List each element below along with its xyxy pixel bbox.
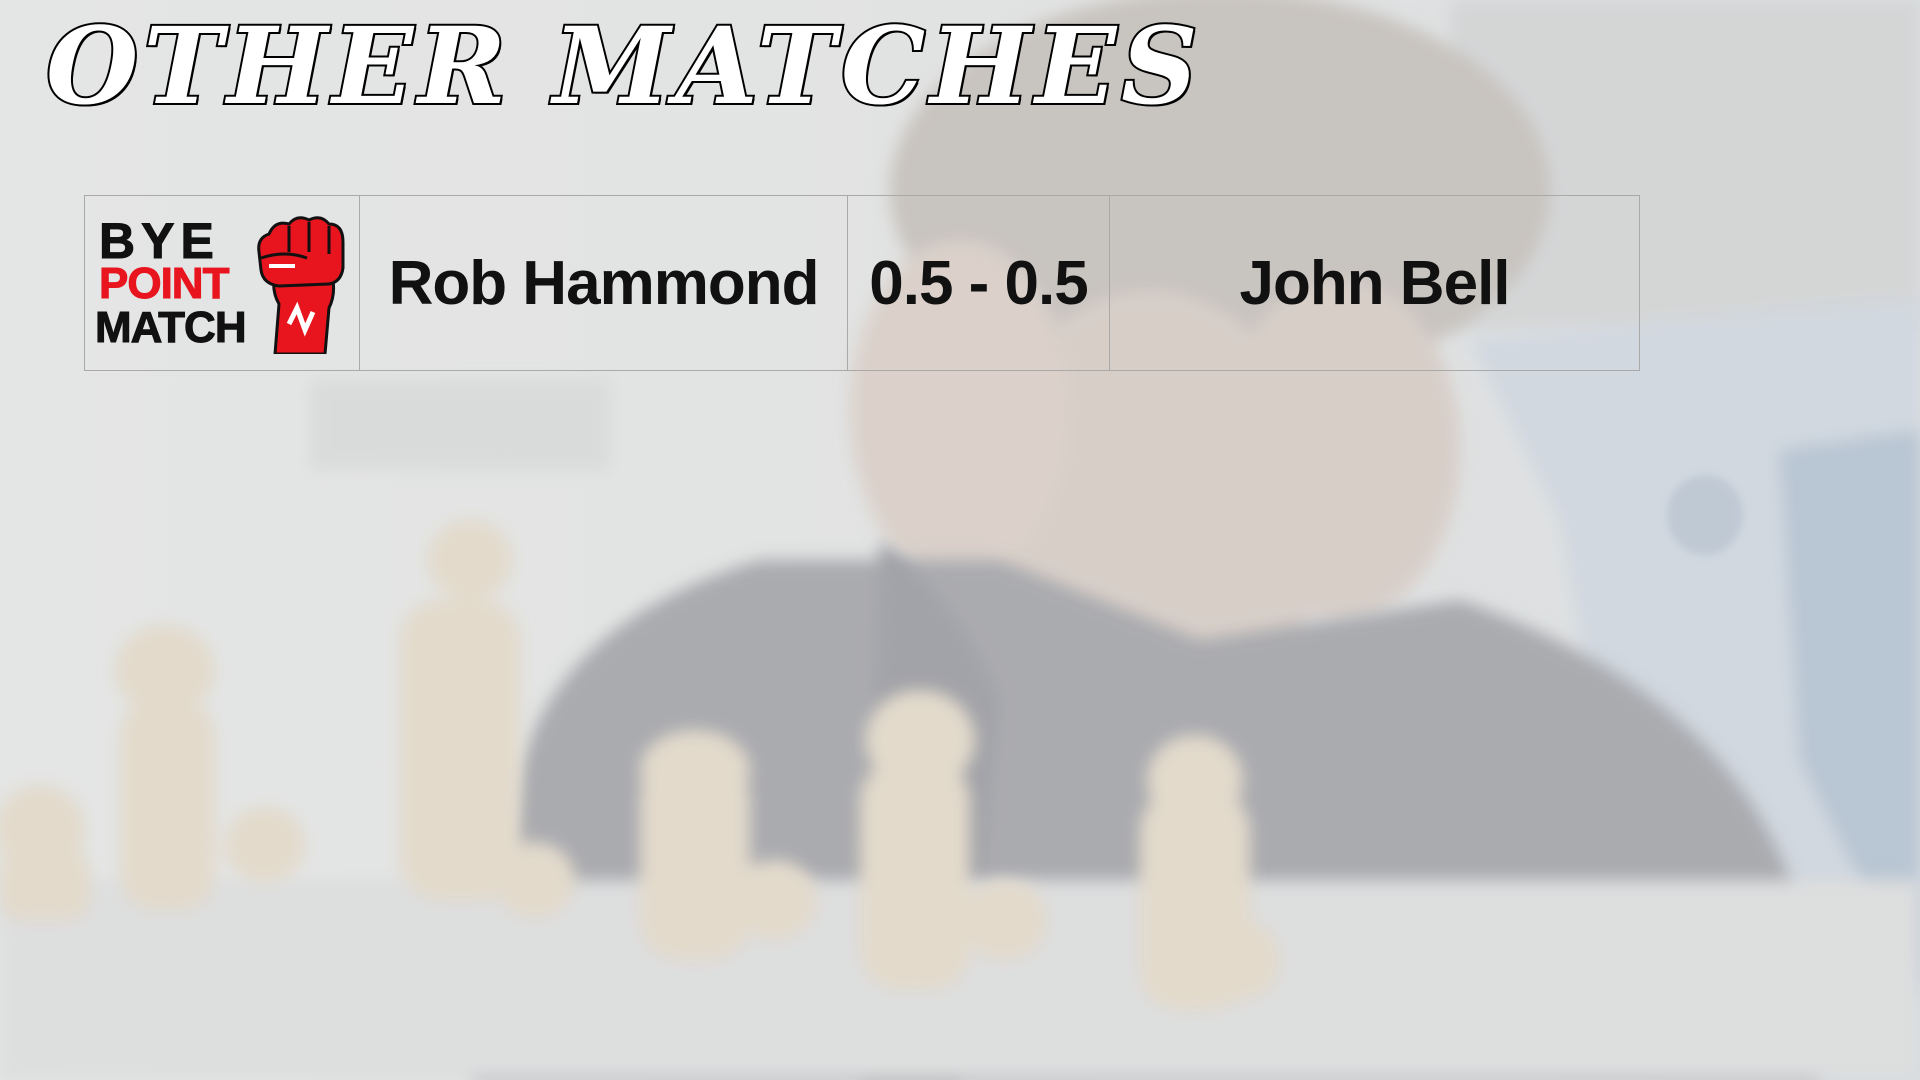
home-player-name: Rob Hammond xyxy=(388,248,820,318)
match-score: 0.5 - 0.5 xyxy=(869,248,1088,318)
raised-fist-icon xyxy=(257,216,345,354)
away-player-name: John Bell xyxy=(1239,248,1510,318)
home-player-cell: Rob Hammond xyxy=(360,196,848,370)
logo-word-point: POINT xyxy=(98,259,229,308)
bye-point-match-logo: BYE POINT MATCH xyxy=(95,212,355,354)
logo-cell: BYE POINT MATCH xyxy=(85,196,360,370)
background-photo xyxy=(0,0,1920,1080)
logo-word-match: MATCH xyxy=(95,303,248,352)
away-player-cell: John Bell xyxy=(1110,196,1639,370)
match-row: BYE POINT MATCH Rob Hammond 0.5 - 0.5 Jo… xyxy=(84,195,1640,371)
page-title: OTHER MATCHES xyxy=(44,3,1203,128)
score-cell: 0.5 - 0.5 xyxy=(848,196,1110,370)
